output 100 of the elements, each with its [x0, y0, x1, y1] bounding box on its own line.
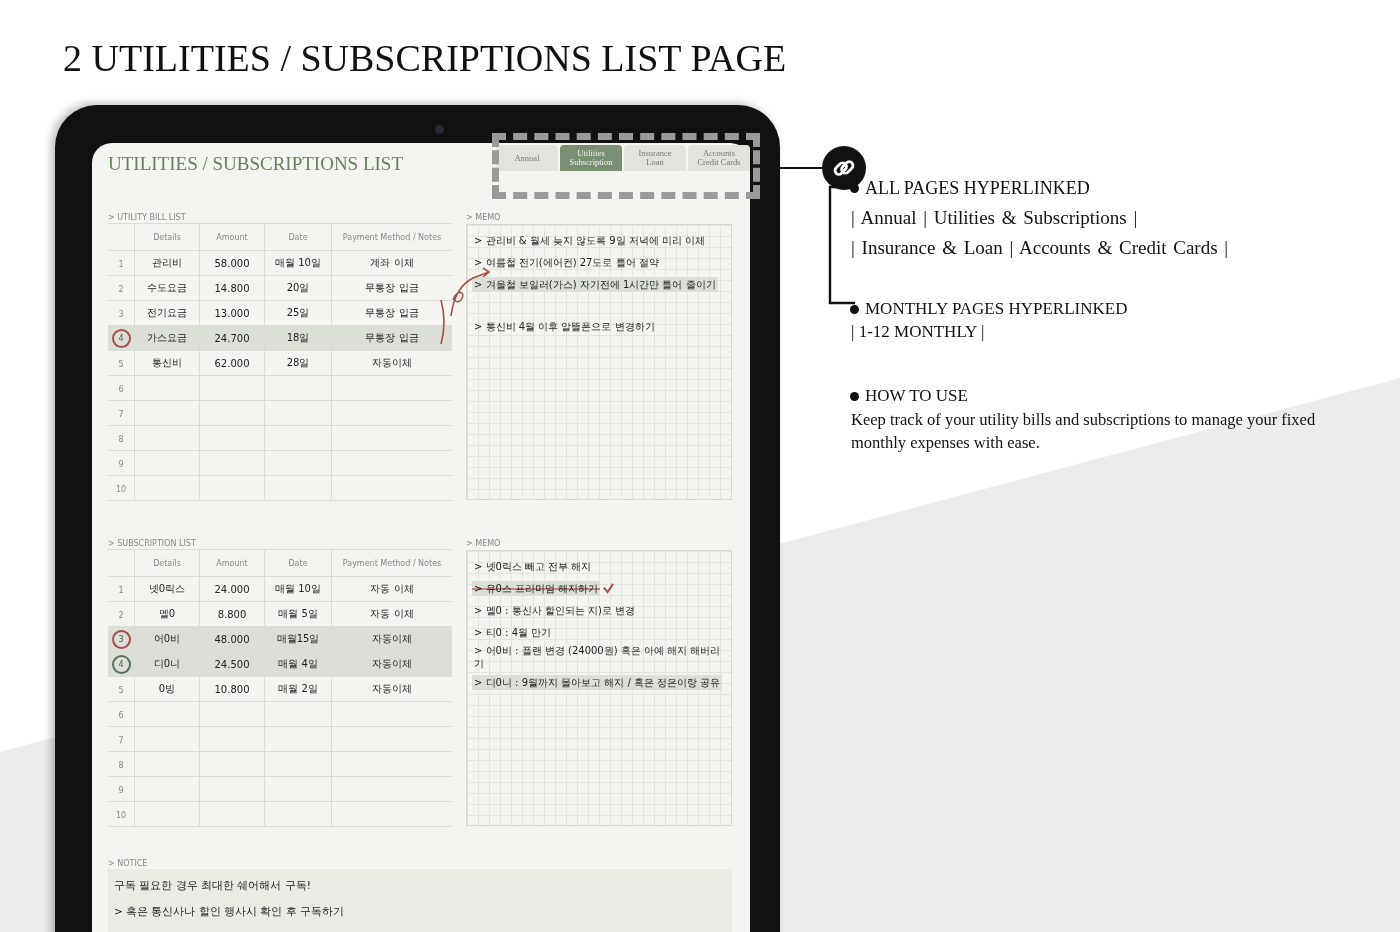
table-cell: 어0비 — [153, 633, 181, 644]
column-header: Payment Method / Notes — [331, 223, 452, 251]
table-cell: 디0니 — [153, 658, 181, 669]
table-cell: 24.500 — [214, 658, 250, 670]
table-cell: 무통장 입금 — [365, 307, 419, 318]
memo-note: > 티0 : 4월 만기 — [473, 625, 553, 640]
row-number: 2 — [118, 284, 124, 294]
row-number: 6 — [118, 710, 124, 720]
feature-links: | Annual | Utilities & Subscriptions | — [851, 207, 1139, 229]
table-cell: 매월15일 — [276, 633, 320, 644]
page-title: 2 UTILITIES / SUBSCRIPTIONS LIST PAGE — [62, 36, 788, 78]
notice-text: 구독 필요한 경우 최대한 쉐어해서 구독! — [114, 879, 312, 893]
table-cell: 자동이체 — [372, 683, 412, 694]
row-number: 9 — [118, 459, 124, 469]
table-cell: 0빙 — [158, 683, 176, 694]
table-cell: 자동 이체 — [370, 583, 414, 594]
memo-note: > 관리비 & 월세 늦지 않도록 9일 저녁에 미리 이체 — [473, 233, 707, 248]
table-cell: 20일 — [286, 282, 310, 293]
row-number: 4 — [111, 328, 131, 348]
column-header: Amount — [199, 549, 265, 577]
column-header: Payment Method / Notes — [331, 549, 452, 577]
description-text: Keep track of your utility bills and subscriptions to manage your fixed monthly expenses with ease. — [851, 409, 1317, 454]
row-number: 7 — [118, 735, 124, 745]
memo-note: > 겨울철 보일러(가스) 자기전에 1시간만 틀어 줄이기 — [472, 276, 718, 292]
row-number: 5 — [118, 359, 124, 369]
table-cell: 관리비 — [152, 257, 182, 268]
column-header: Details — [134, 223, 200, 251]
check-icon — [603, 582, 615, 594]
memo-note: > 유0스 프리미엄 해지하기 — [472, 580, 601, 596]
column-header: Date — [264, 223, 332, 251]
planner-title: UTILITIES / SUBSCRIPTIONS LIST — [108, 153, 404, 175]
camera-icon — [435, 125, 444, 134]
section-label: > NOTICE — [108, 859, 149, 869]
table-cell: 58.000 — [214, 257, 250, 269]
tab[interactable]: Annual — [496, 145, 558, 171]
section-label: > MEMO — [466, 213, 502, 223]
memo-note: > 디0니 : 9월까지 몰아보고 해지 / 혹은 정은이랑 공유 — [472, 674, 723, 690]
table-cell: 매월 10일 — [275, 583, 321, 594]
table-cell: 24.700 — [214, 332, 250, 344]
table-cell: 매월 4일 — [278, 658, 318, 669]
column-header: Details — [134, 549, 200, 577]
table-cell: 48.000 — [214, 633, 250, 645]
bullet-icon — [850, 391, 859, 401]
table-cell: 매월 10일 — [275, 257, 321, 268]
table-cell: 62.000 — [214, 357, 250, 369]
row-number: 9 — [118, 785, 124, 795]
feature-heading: MONTHLY PAGES HYPERLINKED — [865, 299, 1128, 319]
row-number: 1 — [118, 259, 124, 269]
table-cell: 넷0릭스 — [148, 583, 186, 594]
tab[interactable]: Utilities Subscription — [560, 145, 622, 171]
table-cell: 14.800 — [214, 282, 250, 294]
feature-heading: ALL PAGES HYPERLINKED — [865, 178, 1090, 199]
row-number: 2 — [118, 610, 124, 620]
bullet-icon — [850, 304, 859, 314]
table-cell: 수도요금 — [147, 282, 187, 293]
section-label: > SUBSCRIPTION LIST — [108, 539, 197, 549]
table-cell: 28일 — [286, 357, 310, 368]
feature-links: | 1-12 MONTHLY | — [851, 322, 986, 342]
row-number: 8 — [118, 434, 124, 444]
column-header: Amount — [199, 223, 265, 251]
table-cell: 8.800 — [217, 608, 247, 620]
notice-text: > 혹은 통신사나 할인 행사시 확인 후 구독하기 — [114, 905, 346, 919]
memo-note: > 여름철 전기(에어컨) 27도로 틀어 절약 — [473, 255, 660, 270]
table-cell: 25일 — [286, 307, 310, 318]
tab[interactable]: Accounts Credit Cards — [688, 145, 750, 171]
table-cell: 18일 — [286, 332, 310, 343]
row-number: 8 — [118, 760, 124, 770]
memo-note: > 어0비 : 플랜 변경 (24000원) 혹은 아예 해지 해버리기 — [473, 644, 722, 671]
table-cell: 매월 2일 — [278, 683, 318, 694]
table-cell: 계좌 이체 — [370, 257, 414, 268]
row-number: 7 — [118, 409, 124, 419]
table-cell: 자동이체 — [372, 633, 412, 644]
table-cell: 통신비 — [152, 357, 182, 368]
row-number: 1 — [118, 585, 124, 595]
memo-note: > 통신비 4월 이후 알뜰폰으로 변경하기 — [473, 319, 656, 334]
section-label: > UTILITY BILL LIST — [108, 213, 187, 223]
tab[interactable]: Insurance Loan — [624, 145, 686, 171]
row-number: 4 — [111, 654, 131, 674]
feature-links: | Insurance & Loan | Accounts & Credit Cards | — [851, 237, 1230, 259]
table-cell: 13.000 — [214, 307, 250, 319]
feature-heading: HOW TO USE — [865, 386, 968, 406]
row-number: 5 — [118, 685, 124, 695]
table-cell: 멜0 — [158, 608, 176, 619]
table-cell: 가스요금 — [147, 332, 187, 343]
row-number: 6 — [118, 384, 124, 394]
section-label: > MEMO — [466, 539, 502, 549]
table-cell: 24.000 — [214, 583, 250, 595]
table-cell: 전기요금 — [147, 307, 187, 318]
column-header: Date — [264, 549, 332, 577]
memo-note: > 멜0 : 통신사 할인되는 지)로 변경 — [473, 603, 637, 618]
table-cell: 매월 5일 — [278, 608, 318, 619]
memo-note: > 넷0릭스 빼고 전부 해지 — [473, 559, 593, 574]
row-number: 3 — [118, 309, 124, 319]
table-cell: 10.800 — [214, 683, 250, 695]
table-cell: 자동이체 — [372, 357, 412, 368]
table-cell: 무통장 입금 — [365, 332, 419, 343]
row-number: 3 — [111, 629, 131, 649]
table-cell: 자동이체 — [372, 658, 412, 669]
row-number: 10 — [115, 810, 127, 820]
row-number: 10 — [115, 484, 127, 494]
